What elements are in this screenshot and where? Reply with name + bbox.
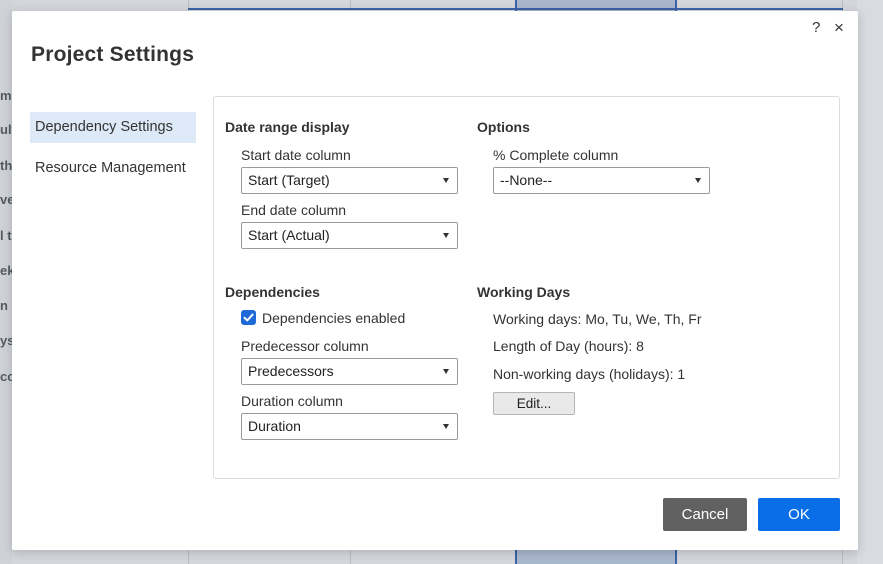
options-title: Options bbox=[477, 119, 530, 135]
background-top-line bbox=[188, 8, 843, 10]
chevron-down-icon bbox=[443, 178, 449, 183]
background-row-label: m bbox=[0, 88, 12, 103]
nav-item-label: Dependency Settings bbox=[35, 119, 173, 135]
settings-panel: Date range display Start date column Sta… bbox=[213, 96, 840, 479]
date-range-title: Date range display bbox=[225, 119, 350, 135]
background-row-label: ult bbox=[0, 122, 12, 137]
duration-column-value: Duration bbox=[248, 418, 301, 434]
cancel-button[interactable]: Cancel bbox=[663, 498, 747, 531]
nav-item-dependency-settings[interactable]: Dependency Settings bbox=[30, 112, 196, 143]
background-row-label: co bbox=[0, 369, 12, 384]
end-date-label: End date column bbox=[241, 202, 347, 218]
background-left-strip: m ult th ve l t ek n ys co bbox=[0, 0, 12, 564]
help-icon[interactable]: ? bbox=[812, 19, 820, 36]
background-row-label: l t bbox=[0, 228, 12, 243]
chevron-down-icon bbox=[443, 233, 449, 238]
dependencies-enabled-checkbox[interactable] bbox=[241, 310, 256, 325]
nav-item-resource-management[interactable]: Resource Management bbox=[30, 153, 196, 184]
dependencies-title: Dependencies bbox=[225, 284, 320, 300]
end-date-select[interactable]: Start (Actual) bbox=[241, 222, 458, 249]
working-days-title: Working Days bbox=[477, 284, 571, 300]
predecessor-column-value: Predecessors bbox=[248, 363, 334, 379]
ok-button[interactable]: OK bbox=[758, 498, 840, 531]
close-icon[interactable]: × bbox=[834, 18, 844, 38]
working-days-text: Working days: Mo, Tu, We, Th, Fr bbox=[493, 311, 702, 327]
edit-working-days-button[interactable]: Edit... bbox=[493, 392, 575, 415]
background-right-strip bbox=[857, 0, 883, 564]
chevron-down-icon bbox=[695, 178, 701, 183]
dialog-title: Project Settings bbox=[31, 43, 195, 66]
end-date-value: Start (Actual) bbox=[248, 227, 330, 243]
start-date-label: Start date column bbox=[241, 147, 351, 163]
background-row-label: n bbox=[0, 298, 8, 313]
nav-item-label: Resource Management bbox=[35, 160, 186, 176]
percent-complete-select[interactable]: --None-- bbox=[493, 167, 710, 194]
chevron-down-icon bbox=[443, 424, 449, 429]
checkmark-icon bbox=[243, 313, 254, 322]
percent-complete-value: --None-- bbox=[500, 172, 553, 188]
background-row-label: ek bbox=[0, 263, 12, 278]
length-of-day-text: Length of Day (hours): 8 bbox=[493, 338, 644, 354]
background-row-label: ys bbox=[0, 333, 12, 348]
start-date-select[interactable]: Start (Target) bbox=[241, 167, 458, 194]
background-row-label: ve bbox=[0, 192, 12, 207]
duration-column-label: Duration column bbox=[241, 393, 343, 409]
background-row-label: th bbox=[0, 158, 12, 173]
holidays-text: Non-working days (holidays): 1 bbox=[493, 366, 686, 382]
predecessor-column-label: Predecessor column bbox=[241, 338, 369, 354]
chevron-down-icon bbox=[443, 369, 449, 374]
project-settings-dialog: Project Settings ? × Dependency Settings… bbox=[12, 11, 858, 550]
percent-complete-label: % Complete column bbox=[493, 147, 619, 163]
duration-column-select[interactable]: Duration bbox=[241, 413, 458, 440]
dependencies-enabled-label: Dependencies enabled bbox=[262, 310, 406, 326]
predecessor-column-select[interactable]: Predecessors bbox=[241, 358, 458, 385]
start-date-value: Start (Target) bbox=[248, 172, 330, 188]
